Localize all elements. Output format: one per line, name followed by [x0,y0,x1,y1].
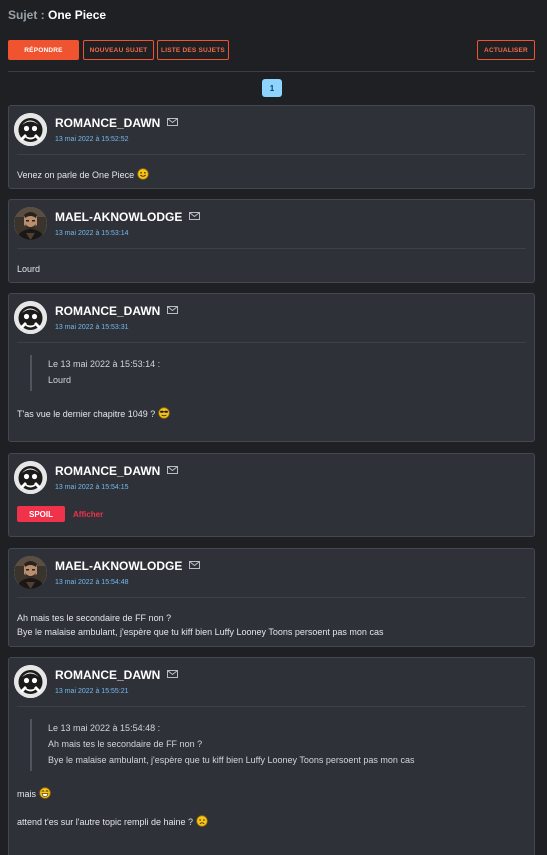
avatar[interactable] [14,113,47,146]
post-body: Le 13 mai 2022 à 15:53:14 : Lourd T'as v… [9,343,534,421]
mail-icon[interactable] [167,118,178,126]
worried-icon [196,815,208,827]
quote-line: Bye le malaise ambulant, j'espère que tu… [48,755,415,765]
post-text: Lourd [17,264,41,274]
mail-icon[interactable] [167,670,178,678]
quote-block: Le 13 mai 2022 à 15:53:14 : Lourd [30,355,526,391]
post-date[interactable]: 13 mai 2022 à 15:54:15 [55,484,129,491]
quote-line: Lourd [48,375,72,385]
mail-icon[interactable] [167,466,178,474]
post-message: ROMANCE_DAWN 13 mai 2022 à 15:52:52 Vene… [8,105,535,189]
topic-title: Sujet : One Piece [8,8,106,22]
avatar[interactable] [14,301,47,334]
post-date[interactable]: 13 mai 2022 à 15:52:52 [55,136,129,143]
post-text: T'as vue le dernier chapitre 1049 ? [17,409,156,419]
author-name[interactable]: MAEL-AKNOWLODGE [55,559,200,573]
post-message: ROMANCE_DAWN 13 mai 2022 à 15:55:21 Le 1… [8,657,535,855]
smile-icon [137,168,149,180]
post-text: mais [17,789,37,799]
page-number-current[interactable]: 1 [262,79,282,97]
post-body: Lourd [9,249,534,276]
quote-header: Le 13 mai 2022 à 15:54:48 : [48,723,161,733]
post-body: Ah mais tes le secondaire de FF non ? By… [9,598,534,639]
quote-block: Le 13 mai 2022 à 15:54:48 : Ah mais tes … [30,719,526,771]
post-text-line: Bye le malaise ambulant, j'espère que tu… [17,627,384,637]
post-header: ROMANCE_DAWN 13 mai 2022 à 15:54:15 [9,454,534,502]
author-name[interactable]: ROMANCE_DAWN [55,116,178,130]
mail-icon[interactable] [189,561,200,569]
post-header: MAEL-AKNOWLODGE 13 mai 2022 à 15:53:14 [9,200,534,248]
author-name[interactable]: ROMANCE_DAWN [55,304,178,318]
mail-icon[interactable] [167,306,178,314]
post-message: ROMANCE_DAWN 13 mai 2022 à 15:53:31 Le 1… [8,293,535,442]
post-date[interactable]: 13 mai 2022 à 15:55:21 [55,688,129,695]
avatar[interactable] [14,556,47,589]
quote-header: Le 13 mai 2022 à 15:53:14 : [48,359,161,369]
post-header: MAEL-AKNOWLODGE 13 mai 2022 à 15:54:48 [9,549,534,597]
post-text-line: Ah mais tes le secondaire de FF non ? [17,613,172,623]
topic-list-button[interactable]: LISTE DES SUJETS [157,40,229,60]
show-spoiler-link[interactable]: Afficher [73,510,103,519]
mail-icon[interactable] [189,212,200,220]
author-name[interactable]: ROMANCE_DAWN [55,464,178,478]
post-date[interactable]: 13 mai 2022 à 15:53:31 [55,324,129,331]
topic-prefix: Sujet : [8,8,45,22]
post-date[interactable]: 13 mai 2022 à 15:54:48 [55,579,129,586]
post-message: ROMANCE_DAWN 13 mai 2022 à 15:54:15 SPOI… [8,453,535,537]
avatar[interactable] [14,207,47,240]
post-text: attend t'es sur l'autre topic rempli de … [17,817,194,827]
quote-line: Ah mais tes le secondaire de FF non ? [48,739,203,749]
spoil-badge[interactable]: SPOIL [17,506,66,522]
post-header: ROMANCE_DAWN 13 mai 2022 à 15:53:31 [9,294,534,342]
spoiler-row: SPOIL Afficher [9,502,534,526]
author-name[interactable]: ROMANCE_DAWN [55,668,178,682]
post-text: Venez on parle de One Piece [17,170,135,180]
toolbar-divider [8,71,535,72]
new-topic-button[interactable]: NOUVEAU SUJET [83,40,154,60]
pagination: 1 [262,79,282,97]
grin-icon [39,787,51,799]
post-body: Venez on parle de One Piece [9,155,534,182]
sunglasses-icon [158,407,170,419]
post-message: MAEL-AKNOWLODGE 13 mai 2022 à 15:54:48 A… [8,548,535,647]
reply-button[interactable]: RÉPONDRE [8,40,79,60]
post-header: ROMANCE_DAWN 13 mai 2022 à 15:52:52 [9,106,534,154]
post-body: Le 13 mai 2022 à 15:54:48 : Ah mais tes … [9,707,534,829]
topic-name: One Piece [48,8,107,22]
avatar[interactable] [14,665,47,698]
post-header: ROMANCE_DAWN 13 mai 2022 à 15:55:21 [9,658,534,706]
post-date[interactable]: 13 mai 2022 à 15:53:14 [55,230,129,237]
avatar[interactable] [14,461,47,494]
refresh-button[interactable]: ACTUALISER [477,40,535,60]
toolbar: RÉPONDRE NOUVEAU SUJET LISTE DES SUJETS … [8,40,535,60]
author-name[interactable]: MAEL-AKNOWLODGE [55,210,200,224]
post-message: MAEL-AKNOWLODGE 13 mai 2022 à 15:53:14 L… [8,199,535,283]
